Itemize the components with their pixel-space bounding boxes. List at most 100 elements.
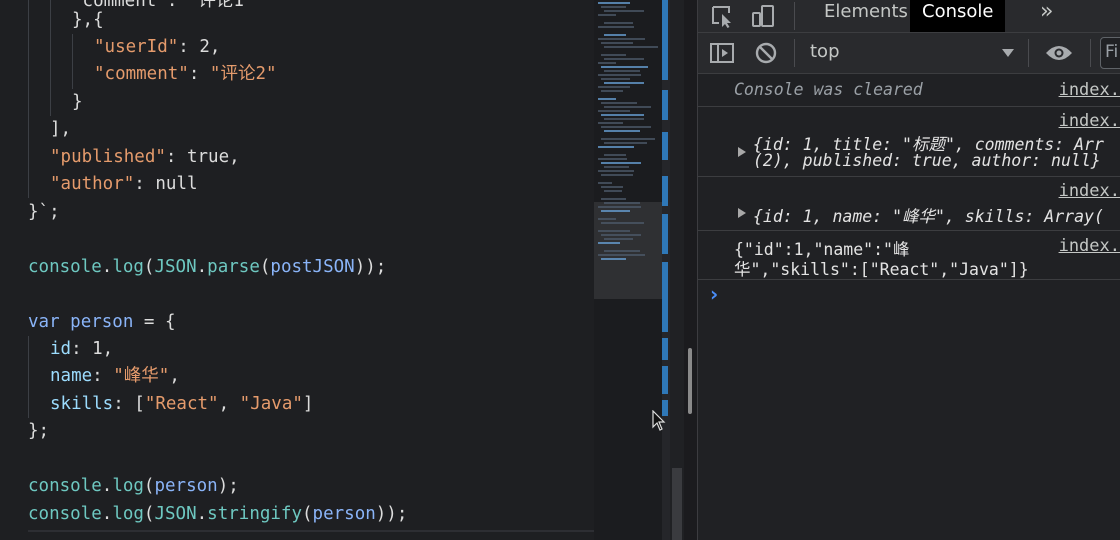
toolbar-separator	[1090, 39, 1091, 67]
code-token: :	[188, 64, 210, 84]
code-token: "评论2"	[209, 64, 277, 84]
code-token: JSON	[154, 257, 197, 277]
code-token: "userId"	[94, 37, 179, 57]
code-token: : 1,	[71, 339, 114, 359]
code-editor[interactable]: "comment": "评论1"},{"userId": 2, "comment"…	[0, 0, 594, 540]
more-tabs-button[interactable]: »	[1028, 0, 1065, 32]
code-token: };	[28, 421, 50, 441]
code-token: person	[70, 312, 134, 332]
eye-icon[interactable]	[1042, 37, 1076, 69]
minimap-line	[601, 138, 655, 140]
code-token: }`;	[28, 202, 60, 222]
expand-triangle-icon[interactable]	[738, 208, 746, 218]
toolbar-separator	[794, 39, 795, 67]
minimap-line	[598, 86, 631, 88]
minimap-line	[598, 218, 616, 220]
code-token: "峰华"	[113, 366, 170, 386]
minimap-line	[604, 70, 640, 72]
log-string-line2: 华","skills":["React","Java"]}	[734, 260, 1029, 279]
tab-console[interactable]: Console	[910, 0, 1006, 32]
minimap-line	[604, 118, 644, 120]
code-line: id: 1,	[0, 336, 113, 363]
console-message-object[interactable]: index. {id: 1, name: "峰华", skills: Array…	[698, 177, 1120, 231]
code-token: "Java"	[239, 394, 303, 414]
minimap-line	[601, 126, 652, 128]
chevron-down-icon[interactable]	[1000, 37, 1016, 69]
minimap-line	[604, 34, 626, 36]
tab-elements[interactable]: Elements	[812, 0, 920, 32]
code-token: .	[101, 257, 113, 277]
code-token: }	[72, 92, 83, 112]
code-token: log	[112, 476, 144, 496]
code-line: "published": true,	[0, 144, 240, 171]
code-token: );	[217, 476, 239, 496]
inspect-element-icon[interactable]	[706, 0, 740, 32]
mouse-cursor-icon	[652, 410, 666, 431]
minimap-line	[604, 46, 658, 48]
devtools-panel: Elements Console » top Fi Console was cl…	[698, 0, 1120, 540]
console-message-object[interactable]: index. {id: 1, title: "标题", comments: Ar…	[698, 107, 1120, 177]
log-object-line: {id: 1, name: "峰华", skills: Array(	[753, 207, 1104, 226]
ruler-mark	[662, 132, 668, 160]
editor-scrollbar-track[interactable]	[670, 0, 684, 540]
code-token: "React"	[144, 394, 219, 414]
minimap-line	[598, 74, 642, 76]
console-toolbar: top Fi	[698, 33, 1120, 74]
minimap-line	[598, 110, 631, 112]
panel-divider[interactable]	[684, 0, 698, 540]
console-prompt[interactable]: ›	[698, 280, 1120, 320]
minimap[interactable]	[594, 0, 662, 540]
code-token: ));	[354, 257, 387, 277]
code-token: (	[302, 504, 313, 524]
source-link[interactable]: index.	[1059, 236, 1120, 256]
minimap-line	[598, 2, 631, 4]
code-token: : true,	[165, 147, 240, 167]
minimap-line	[598, 158, 627, 160]
minimap-line	[598, 146, 634, 148]
filter-input[interactable]: Fi	[1100, 37, 1120, 69]
source-link[interactable]: index.	[1059, 111, 1120, 131]
minimap-line	[604, 106, 651, 108]
code-line: skills: ["React", "Java"]	[0, 391, 313, 418]
code-token: person	[154, 476, 218, 496]
clear-console-icon[interactable]	[750, 37, 782, 69]
log-object-line2: (2), published: true, author: null}	[753, 151, 1101, 170]
overview-ruler	[662, 0, 670, 540]
minimap-line	[601, 54, 627, 56]
prompt-icon: ›	[710, 282, 719, 306]
expand-triangle-icon[interactable]	[738, 147, 746, 157]
source-link[interactable]: index.	[1059, 181, 1120, 201]
code-token: "published"	[50, 147, 166, 167]
code-token: log	[112, 257, 144, 277]
editor-separator	[28, 530, 594, 532]
ruler-mark	[662, 214, 668, 254]
toolbar-separator	[1028, 39, 1029, 67]
code-line: },{	[0, 7, 104, 34]
minimap-line	[604, 238, 633, 240]
code-line: }	[0, 89, 83, 116]
code-line: var person = {	[0, 309, 176, 336]
ruler-mark	[662, 90, 668, 120]
sidebar-toggle-icon[interactable]	[706, 37, 738, 69]
minimap-line	[604, 154, 626, 156]
code-line: }`;	[0, 199, 60, 226]
code-token: },{	[72, 10, 104, 30]
editor-scrollbar-thumb[interactable]	[672, 468, 682, 540]
source-link[interactable]: index.	[1059, 80, 1120, 100]
device-toolbar-icon[interactable]	[746, 0, 780, 32]
minimap-line	[598, 98, 616, 100]
filter-placeholder: Fi	[1105, 42, 1119, 62]
minimap-line	[601, 258, 627, 260]
code-token: .	[196, 257, 208, 277]
code-line: console.log(person);	[0, 473, 239, 500]
code-token: ,	[169, 366, 180, 386]
code-token: log	[112, 504, 144, 524]
divider-grip[interactable]	[688, 348, 692, 414]
minimap-line	[601, 210, 630, 212]
context-selector[interactable]: top	[810, 41, 840, 62]
code-token: postJSON	[270, 257, 355, 277]
minimap-line	[604, 142, 648, 144]
minimap-line	[601, 186, 623, 188]
minimap-line	[601, 66, 648, 68]
ruler-mark	[662, 0, 668, 80]
